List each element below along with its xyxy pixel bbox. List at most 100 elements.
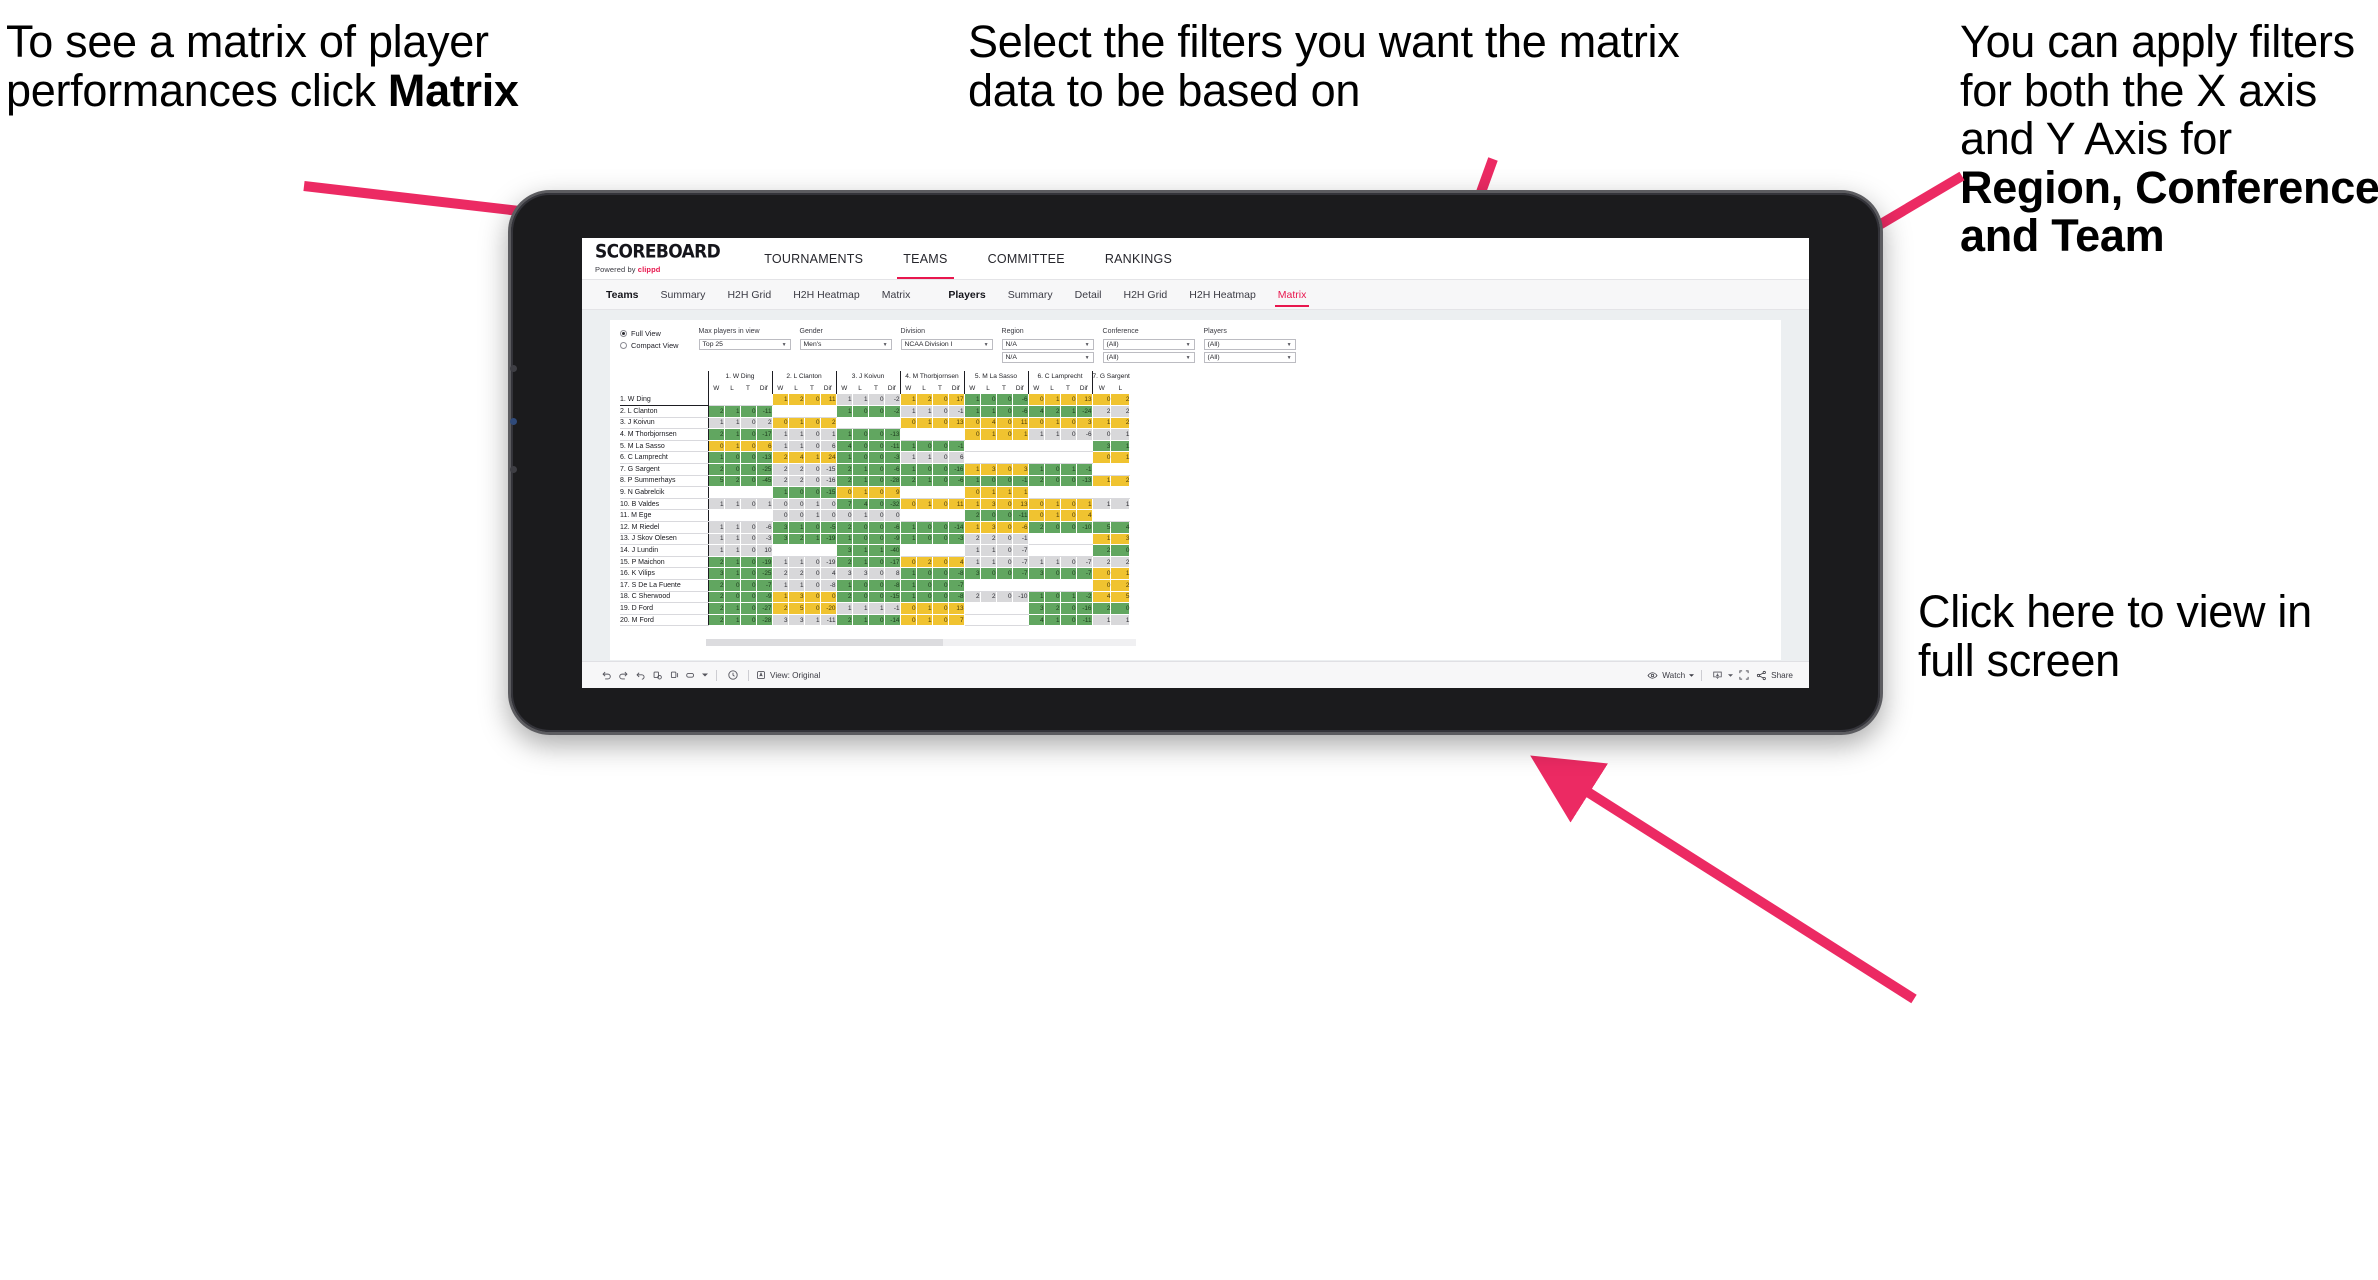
matrix-cell[interactable]: 0 xyxy=(916,521,933,534)
matrix-cell[interactable]: 2 xyxy=(771,475,789,488)
subnav-teams-summary[interactable]: Summary xyxy=(650,280,717,309)
matrix-cell[interactable] xyxy=(948,486,965,499)
matrix-cell[interactable]: -1 xyxy=(948,405,965,418)
matrix-cell[interactable]: 1 xyxy=(804,509,821,523)
matrix-cell[interactable]: 0 xyxy=(1044,591,1061,604)
matrix-cell[interactable] xyxy=(724,394,741,407)
matrix-cell[interactable]: 2 xyxy=(1110,394,1131,407)
matrix-cell[interactable]: 1 xyxy=(899,394,917,407)
matrix-cell[interactable]: -6 xyxy=(756,521,773,534)
matrix-cell[interactable]: -13 xyxy=(1076,475,1093,488)
matrix-cell[interactable] xyxy=(1027,533,1045,546)
matrix-cell[interactable]: 0 xyxy=(1044,463,1061,476)
matrix-cell[interactable]: 0 xyxy=(724,591,741,604)
matrix-cell[interactable] xyxy=(963,440,981,453)
matrix-cell[interactable] xyxy=(899,544,917,557)
matrix-cell[interactable]: 2 xyxy=(771,567,789,580)
matrix-cell[interactable]: 3 xyxy=(771,533,789,546)
matrix-cell[interactable]: 0 xyxy=(804,428,821,441)
matrix-cell[interactable]: 1 xyxy=(835,451,853,465)
matrix-cell[interactable]: 1 xyxy=(1110,440,1131,453)
matrix-row[interactable]: 16. K Vilips 3 1 0 -25 2 2 0 4 3 3 0 8 1 0 0 -8 3 0 0 -7 3 0 0-… xyxy=(620,567,1131,580)
matrix-cell[interactable]: 13 xyxy=(1076,394,1093,407)
matrix-cell[interactable]: -16 xyxy=(820,475,837,488)
matrix-cell[interactable]: 0 xyxy=(1060,394,1077,407)
matrix-cell[interactable]: 0 xyxy=(1027,394,1045,407)
matrix-cell[interactable]: 4 xyxy=(1027,614,1045,627)
matrix-cell[interactable]: 0 xyxy=(1044,521,1061,534)
matrix-cell[interactable]: -40 xyxy=(884,544,901,557)
matrix-cell[interactable] xyxy=(1060,451,1077,465)
horizontal-scrollbar[interactable] xyxy=(706,639,1136,646)
matrix-cell[interactable] xyxy=(1044,579,1061,592)
redo-icon[interactable] xyxy=(615,667,632,684)
matrix-cell[interactable] xyxy=(756,394,773,407)
matrix-cell[interactable]: -11 xyxy=(756,405,773,418)
matrix-cell[interactable]: 1 xyxy=(820,428,837,441)
matrix-cell[interactable]: 1 xyxy=(724,533,741,546)
matrix-row[interactable]: 11. M Ege 0 0 1 0 0 1 0 0 2 0 0 -11 0 1 0 4 xyxy=(620,509,1131,523)
matrix-cell[interactable]: 5 xyxy=(788,602,805,615)
matrix-cell[interactable] xyxy=(1044,486,1061,499)
matrix-cell[interactable]: -14 xyxy=(884,614,901,627)
matrix-cell[interactable]: 1 xyxy=(996,486,1013,499)
matrix-cell[interactable]: 17 xyxy=(948,394,965,407)
matrix-cell[interactable]: 0 xyxy=(820,591,837,604)
matrix-cell[interactable]: 1 xyxy=(1060,591,1077,604)
subnav-teams-teams[interactable]: Teams xyxy=(595,280,650,309)
matrix-cell[interactable]: -7 xyxy=(1012,567,1029,580)
matrix-row[interactable]: 9. N Gabrelcik 1 0 0 -15 0 1 0 9 0 1 1 1 xyxy=(620,486,1131,499)
matrix-cell[interactable]: 0 xyxy=(868,405,885,418)
matrix-cell[interactable]: -7 xyxy=(948,579,965,592)
matrix-cell[interactable]: 0 xyxy=(804,591,821,604)
matrix-cell[interactable]: -11 xyxy=(884,440,901,453)
matrix-cell[interactable]: 3 xyxy=(963,567,981,580)
matrix-cell[interactable]: 1 xyxy=(916,475,933,488)
matrix-cell[interactable] xyxy=(916,428,933,441)
matrix-cell[interactable]: 1 xyxy=(1044,556,1061,569)
matrix-cell[interactable] xyxy=(1110,486,1131,499)
matrix-cell[interactable]: -28 xyxy=(884,475,901,488)
dropdown-region-x-axis[interactable]: N/A ▼ xyxy=(1001,339,1094,350)
matrix-cell[interactable]: 2 xyxy=(835,463,853,476)
chevron-down-icon[interactable]: ▼ xyxy=(782,342,787,348)
matrix-cell[interactable]: 1 xyxy=(963,394,981,407)
matrix-cell[interactable] xyxy=(1012,579,1029,592)
matrix-cell[interactable]: 1 xyxy=(724,417,741,430)
matrix-cell[interactable]: 24 xyxy=(820,451,837,465)
matrix-cell[interactable]: 0 xyxy=(740,440,757,453)
matrix-cell[interactable]: 5 xyxy=(1091,521,1112,534)
matrix-cell[interactable]: 1 xyxy=(724,428,741,441)
matrix-cell[interactable]: 0 xyxy=(707,440,725,453)
matrix-cell[interactable]: 0 xyxy=(804,521,821,534)
matrix-cell[interactable]: 1 xyxy=(771,591,789,604)
matrix-row[interactable]: 4. M Thorbjornsen 2 1 0 -17 1 1 0 1 1 0 0 -13 0 1 0 1 1 1 0… xyxy=(620,428,1131,441)
matrix-cell[interactable]: 0 xyxy=(740,521,757,534)
matrix-cell[interactable]: 0 xyxy=(980,509,997,523)
app-logo[interactable]: SCOREBOARD Powered by clippd xyxy=(595,238,744,279)
matrix-cell[interactable]: 0 xyxy=(740,451,757,465)
matrix-cell[interactable]: 2 xyxy=(980,533,997,546)
share-button[interactable]: Share xyxy=(1756,670,1793,681)
matrix-cell[interactable]: 0 xyxy=(1060,567,1077,580)
matrix-cell[interactable]: 0 xyxy=(852,533,869,546)
matrix-cell[interactable] xyxy=(899,428,917,441)
matrix-cell[interactable]: 1 xyxy=(788,440,805,453)
matrix-row[interactable]: 1. W Ding 1 2 0 11 1 1 0 -2 1 2 0 17 1 0 0 -6 0 1 0 13 0 2 xyxy=(620,394,1131,407)
matrix-cell[interactable]: 0 xyxy=(963,417,981,430)
matrix-cell[interactable]: -16 xyxy=(948,463,965,476)
matrix-cell[interactable]: 1 xyxy=(1110,498,1131,511)
matrix-cell[interactable]: 0 xyxy=(740,417,757,430)
topnav-item-committee[interactable]: COMMITTEE xyxy=(968,238,1085,279)
matrix-cell[interactable]: 0 xyxy=(771,498,789,511)
matrix-cell[interactable]: -9 xyxy=(884,533,901,546)
matrix-cell[interactable]: 0 xyxy=(1060,509,1077,523)
matrix-cell[interactable]: 5 xyxy=(1110,591,1131,604)
matrix-cell[interactable]: 1 xyxy=(899,591,917,604)
matrix-cell[interactable]: 0 xyxy=(852,451,869,465)
matrix-cell[interactable] xyxy=(771,405,789,418)
matrix-cell[interactable] xyxy=(707,394,725,407)
matrix-cell[interactable] xyxy=(740,509,757,523)
matrix-cell[interactable]: 2 xyxy=(707,591,725,604)
matrix-cell[interactable]: 0 xyxy=(740,556,757,569)
